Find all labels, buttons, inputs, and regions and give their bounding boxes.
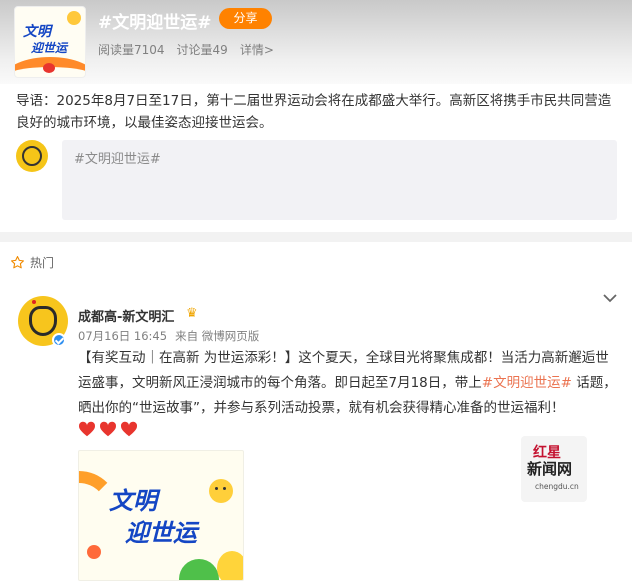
details-link[interactable]: 详情> — [240, 41, 274, 58]
section-divider — [0, 232, 632, 242]
topic-stats: 阅读量7104 讨论量49 详情> — [98, 41, 274, 58]
post-source: 来自 微博网页版 — [175, 329, 260, 343]
verified-badge-icon — [52, 333, 66, 347]
post-date[interactable]: 07月16日 16:45 — [78, 328, 167, 344]
leaf-illustration — [179, 559, 219, 580]
watermark-line2: 新闻网 — [527, 460, 573, 478]
topic-cover-image: 文明 迎世运 — [14, 6, 86, 78]
discussion-count: 讨论量49 — [176, 43, 228, 57]
red-heart-icon — [78, 421, 96, 437]
emoji-row — [78, 421, 138, 437]
hongxing-news-watermark: 红星 新闻网 chengdu.cn — [521, 436, 587, 502]
hot-section-label: 热门 — [30, 256, 55, 270]
cover-text-line1: 文明 — [23, 24, 51, 40]
topic-hashtag-link[interactable]: #文明迎世运# — [482, 375, 572, 391]
star-outline-icon — [11, 256, 24, 269]
red-heart-icon — [99, 421, 117, 437]
mascot-illustration — [217, 551, 243, 580]
hot-section-header: 热门 — [10, 254, 54, 271]
mascot-illustration — [43, 63, 55, 73]
red-heart-icon — [120, 421, 138, 437]
topic-title: #文明迎世运# — [98, 13, 212, 33]
sun-illustration — [67, 11, 81, 25]
watermark-line3: chengdu.cn — [535, 482, 579, 491]
sun-illustration — [209, 479, 233, 503]
topic-intro: 导语：2025年8月7日至17日，第十二届世界运动会将在成都盛大举行。高新区将携… — [16, 93, 612, 131]
topic-header — [0, 0, 632, 84]
post-image-text-line2: 迎世运 — [125, 519, 197, 547]
read-count: 阅读量7104 — [98, 43, 165, 57]
flower-illustration — [87, 545, 101, 559]
compose-input[interactable]: #文明迎世运# — [62, 140, 617, 220]
post-body: 【有奖互动｜在高新 为世运添彩！】这个夏天，全球目光将聚焦成都！当活力高新邂逅世… — [78, 346, 618, 421]
chevron-down-icon[interactable] — [602, 292, 618, 304]
author-name[interactable]: 成都高-新文明汇 — [78, 306, 174, 325]
crown-badge-icon: ♛ — [186, 306, 198, 321]
post-image-text-line1: 文明 — [109, 487, 157, 515]
cover-text-line2: 迎世运 — [31, 41, 68, 55]
post-meta: 07月16日 16:45 来自 微博网页版 — [78, 328, 259, 344]
my-avatar[interactable] — [16, 140, 48, 172]
share-button[interactable]: 分享 — [219, 8, 272, 29]
post-image[interactable]: 文明 迎世运 — [78, 450, 244, 581]
